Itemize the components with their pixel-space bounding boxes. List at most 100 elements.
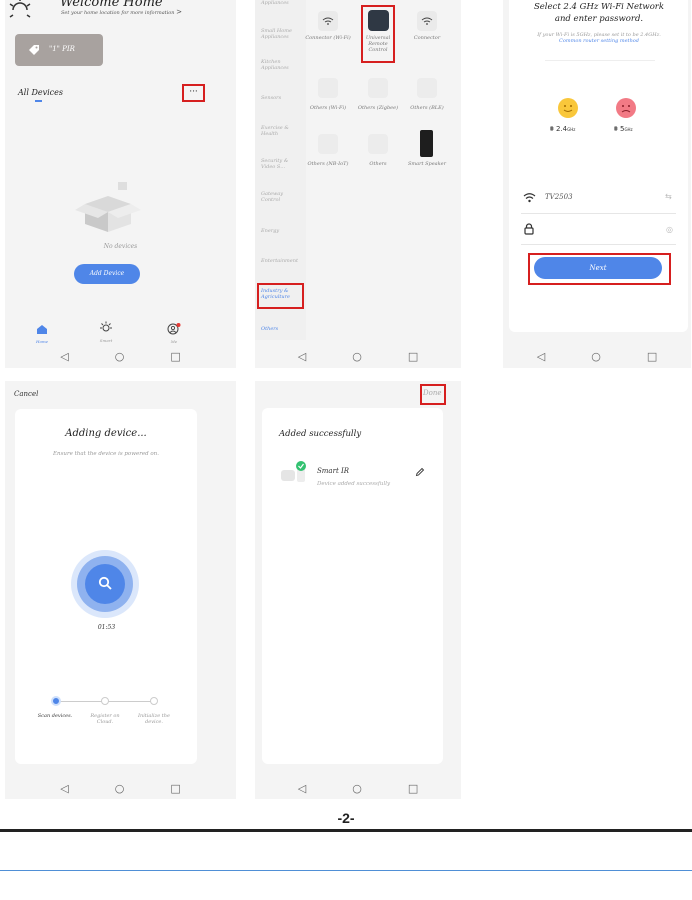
back-icon[interactable]: ◁ [298,783,306,794]
wifi-icon [322,17,334,25]
recents-icon[interactable]: □ [170,783,180,794]
category-others[interactable]: Others [261,326,303,332]
tab-me-label: Me [170,339,178,344]
step-1-label: Scan devices. [37,713,73,719]
smart-sun-icon [100,321,112,332]
connector-label: Connector [413,35,441,41]
smart-ir-device-icon [281,461,306,482]
footer-thick-rule [0,829,692,832]
adding-subtitle: Ensure that the device is powered on. [53,451,159,457]
others-zigbee-label: Others (Zigbee) [357,105,399,111]
smile-face-icon [558,98,578,118]
others-wifi-label: Others (Wi-Fi) [309,105,347,111]
screen-adding-device: Cancel Adding device... Ensure that the … [5,381,236,799]
chevron-right-icon: > [176,8,182,16]
cancel-button[interactable]: Cancel [14,390,38,398]
connector-tile[interactable] [417,11,437,31]
success-title: Added successfully [279,429,362,439]
category-gateway-control[interactable]: Gateway Control [261,191,303,203]
recents-icon[interactable]: □ [647,351,657,362]
scene-card[interactable]: "1" PIR [15,34,103,66]
category-entertainment[interactable]: Entertainment [261,258,303,264]
recents-icon[interactable]: □ [170,351,180,362]
router-method-link[interactable]: Common router setting method [559,38,639,44]
universal-remote-label: Universal Remote Control [365,35,391,53]
connector-wifi-label: Connector (Wi-Fi) [305,35,351,41]
switch-network-icon[interactable]: ⇆ [665,192,672,201]
step-2-label: Register on Cloud. [90,713,120,725]
edit-pencil-icon[interactable] [415,467,425,477]
wifi-name-field[interactable]: TV2503 [545,193,573,201]
band-5ghz: ⩩ 5GHz [614,125,633,134]
back-icon[interactable]: ◁ [60,351,68,362]
scan-button [85,564,125,604]
category-exercise-health[interactable]: Exercise & Health [261,125,303,137]
others-ble-label: Others (BLE) [410,105,444,111]
tab-smart[interactable]: Smart [91,319,121,343]
all-devices-title[interactable]: All Devices [18,88,63,97]
divider-line [521,213,676,214]
home-circle-icon[interactable]: ○ [115,351,125,362]
others-ble-tile[interactable] [417,78,437,98]
home-circle-icon[interactable]: ○ [352,351,362,362]
back-icon[interactable]: ◁ [60,783,68,794]
wifi-title-line1: Select 2.4 GHz Wi-Fi Network [533,2,665,12]
divider-line [521,244,676,245]
wifi-icon [421,17,433,25]
search-icon [98,576,112,590]
smart-speaker-label: Smart Speaker [407,161,447,167]
others-tile[interactable] [368,134,388,154]
recents-icon[interactable]: □ [408,351,418,362]
done-button[interactable]: Done [423,389,441,397]
category-kitchen-appliances[interactable]: Kitchen Appliances [261,59,303,71]
tab-home[interactable]: Home [27,320,57,344]
tab-underline [35,100,42,102]
router-icon: ⩩ [614,125,618,133]
home-circle-icon[interactable]: ○ [591,351,601,362]
scene-label: "1" PIR [49,45,75,53]
system-nav-bar: ◁ ○ □ [503,345,691,367]
step-3-dot [150,697,158,705]
screen-added-successfully: Done Added successfully Smart IR Device … [255,381,461,799]
category-energy[interactable]: Energy [261,228,303,234]
recents-icon[interactable]: □ [408,783,418,794]
category-small-home-appliances[interactable]: Small Home Appliances [261,28,303,40]
universal-remote-tile[interactable] [368,10,389,31]
category-industry-agriculture[interactable]: Industry & Agriculture [261,288,301,300]
category-appliances[interactable]: Appliances [261,0,303,6]
others-zigbee-tile[interactable] [368,78,388,98]
category-sensors[interactable]: Sensors [261,95,303,101]
tab-me[interactable]: Me [159,320,189,344]
band-24-value: 2.4 [555,125,568,133]
show-password-icon[interactable]: ◎ [666,225,673,234]
sun-icon [9,0,31,18]
password-field[interactable] [545,222,655,236]
empty-box-icon [75,182,141,232]
system-nav-bar: ◁ ○ □ [5,345,236,367]
lock-icon [524,223,534,235]
back-icon[interactable]: ◁ [537,351,545,362]
wifi-signal-icon [523,193,536,203]
connector-wifi-tile[interactable] [318,11,338,31]
smart-speaker-tile[interactable] [420,130,433,157]
home-circle-icon[interactable]: ○ [352,783,362,794]
more-options-button[interactable]: ··· [182,84,205,102]
add-device-button[interactable]: Add Device [74,264,140,284]
system-nav-bar: ◁ ○ □ [5,777,236,799]
others-wifi-tile[interactable] [318,78,338,98]
tab-home-label: Home [35,339,49,344]
system-nav-bar: ◁ ○ □ [255,345,461,367]
category-security-video[interactable]: Security & Video S… [261,158,303,170]
adding-title: Adding device... [65,428,147,439]
band-24ghz: ⩩ 2.4GHz [550,125,575,134]
page-number: -2- [337,810,355,826]
band-24-unit: GHz [567,127,576,132]
home-circle-icon[interactable]: ○ [115,783,125,794]
next-button[interactable]: Next [534,257,662,279]
back-icon[interactable]: ◁ [298,351,306,362]
timer: 01:53 [97,624,116,631]
step-3-label: Initialize the device. [138,713,170,725]
others-nbiot-tile[interactable] [318,134,338,154]
screen-home: Welcome Home Set your home location for … [5,0,236,368]
welcome-subtitle[interactable]: Set your home location for more informat… [61,8,182,16]
